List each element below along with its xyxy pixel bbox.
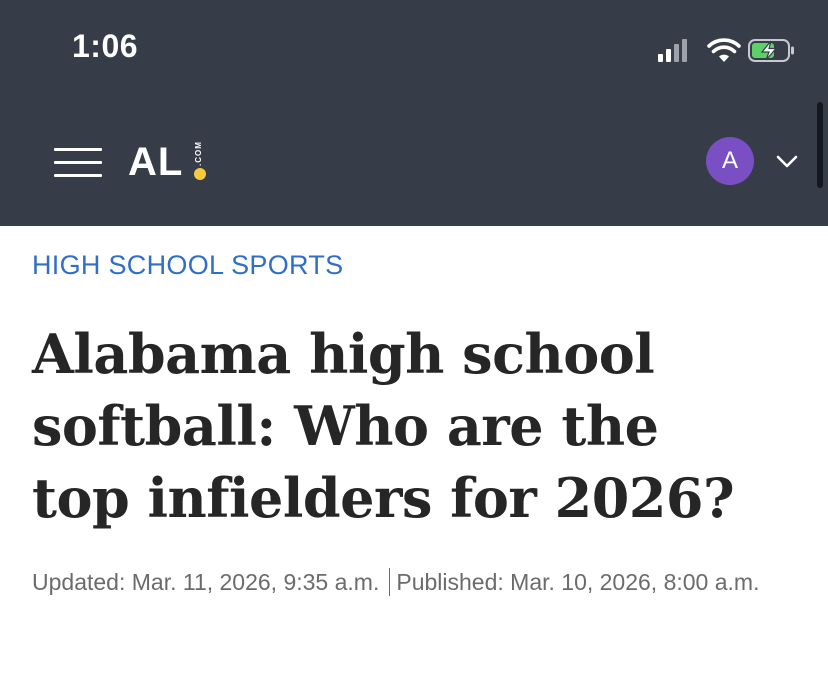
user-avatar[interactable]: A — [706, 137, 754, 185]
logo-dot — [194, 168, 206, 180]
status-time: 1:06 — [72, 28, 139, 64]
updated-timestamp: Updated: Mar. 11, 2026, 9:35 a.m. — [32, 569, 380, 595]
status-icons — [658, 38, 794, 62]
section-link[interactable]: HIGH SCHOOL SPORTS — [32, 250, 343, 281]
scroll-indicator[interactable] — [817, 102, 823, 188]
timestamp-divider — [389, 568, 391, 596]
al-com-logo[interactable]: AL .COM — [128, 138, 218, 186]
wifi-icon — [707, 38, 741, 62]
chevron-down-icon[interactable] — [776, 150, 798, 172]
cellular-signal-icon — [658, 39, 687, 62]
article-headline: Alabama high school softball: Who are th… — [32, 322, 735, 530]
logo-text: AL — [128, 140, 184, 184]
battery-charging-icon — [748, 39, 794, 62]
published-timestamp: Published: Mar. 10, 2026, 8:00 a.m. — [396, 569, 760, 595]
hamburger-menu-icon[interactable] — [54, 148, 102, 178]
article-timestamps: Updated: Mar. 11, 2026, 9:35 a.m. Publish… — [32, 566, 802, 599]
site-header: 1:06 AL .COM A — [0, 0, 828, 226]
phone-screen: 1:06 AL .COM A HIGH SCHOOL SPORTS Alabam… — [0, 0, 828, 689]
logo-com-suffix: .COM — [193, 141, 203, 166]
